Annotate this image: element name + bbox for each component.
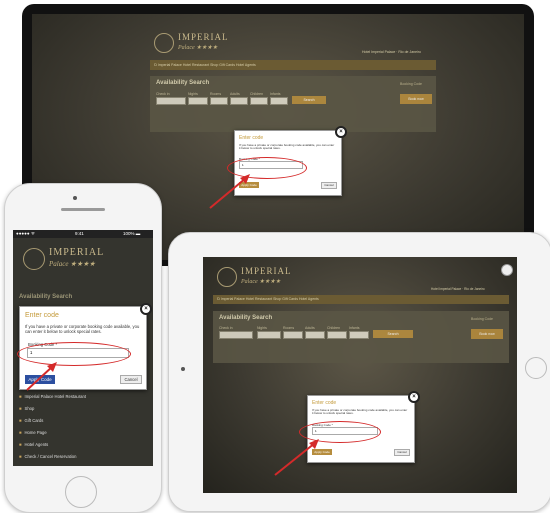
field-children-label: Children bbox=[250, 92, 264, 96]
field-infants-label: Infants bbox=[270, 92, 281, 96]
tablet-device: IMPERIAL Palace ★★★★ Hotel Imperial Pala… bbox=[168, 232, 550, 512]
logo-emblem bbox=[154, 33, 174, 53]
tablet-availability-panel: Availability Search Booking Code Check i… bbox=[213, 311, 509, 363]
tablet-book-now-button[interactable]: Book now bbox=[471, 329, 503, 339]
phone-menu-item[interactable]: ■ Check / Cancel Reservation bbox=[19, 454, 76, 459]
phone-red-arrow-icon bbox=[26, 362, 57, 391]
tablet-logo-line2: Palace ★★★★ bbox=[241, 279, 281, 285]
tablet-booking-code-link[interactable]: Booking Code bbox=[471, 317, 493, 321]
search-title: Availability Search bbox=[156, 80, 210, 86]
tablet-children-select[interactable] bbox=[327, 331, 347, 339]
book-now-button[interactable]: Book now bbox=[400, 94, 432, 104]
tablet-infants-select[interactable] bbox=[349, 331, 369, 339]
phone-device: ●●●●● ᯤ 9:41 100% ▬ IMPERIAL Palace ★★★★… bbox=[4, 183, 162, 513]
phone-logo-line2: Palace ★★★★ bbox=[49, 260, 96, 268]
phone-menu-label: Gift Cards bbox=[24, 418, 44, 423]
tablet-logo-emblem bbox=[217, 267, 237, 287]
close-icon[interactable]: × bbox=[335, 126, 347, 138]
menu-bullet-icon: ■ bbox=[19, 418, 22, 423]
tablet-modal-text: If you have a private or corporate booki… bbox=[312, 408, 408, 416]
top-nav-links[interactable]: Ὠ Imperial Palace Hotel Restaurant Shop … bbox=[154, 63, 256, 67]
tablet-menu-icon[interactable] bbox=[501, 264, 513, 276]
phone-status-bar: ●●●●● ᯤ 9:41 100% ▬ bbox=[13, 230, 153, 238]
tablet-red-arrow-icon bbox=[274, 439, 319, 476]
tablet-checkin-label: Check in bbox=[219, 326, 233, 330]
tablet-search-title: Availability Search bbox=[219, 315, 273, 321]
phone-logo-line1: IMPERIAL bbox=[49, 247, 105, 258]
tablet-adults-select[interactable] bbox=[305, 331, 325, 339]
phone-cancel-button[interactable]: Cancel bbox=[120, 375, 142, 384]
tablet-nights-label: Nights bbox=[257, 326, 267, 330]
menu-bullet-icon: ■ bbox=[19, 442, 22, 447]
red-arrow-icon bbox=[209, 174, 250, 209]
field-rooms-label: Rooms bbox=[210, 92, 222, 96]
search-button[interactable]: Search bbox=[292, 96, 326, 104]
tablet-screen: IMPERIAL Palace ★★★★ Hotel Imperial Pala… bbox=[203, 257, 517, 493]
phone-menu-label: Shop bbox=[24, 406, 35, 411]
logo-line2: Palace ★★★★ bbox=[178, 45, 218, 51]
tablet-camera bbox=[181, 367, 185, 371]
tablet-rooms-select[interactable] bbox=[283, 331, 303, 339]
tablet-cancel-button[interactable]: Cancel bbox=[394, 449, 410, 456]
phone-menu-label: Home Page bbox=[24, 430, 47, 435]
phone-menu-item[interactable]: ■ Hotel Agents bbox=[19, 442, 48, 447]
booking-code-link[interactable]: Booking Code bbox=[400, 82, 422, 86]
phone-modal-text: If you have a private or corporate booki… bbox=[25, 324, 140, 334]
tablet-adults-label: Adults bbox=[305, 326, 315, 330]
logo-line1: IMPERIAL bbox=[178, 32, 229, 42]
phone-menu-item[interactable]: ■ Shop bbox=[19, 406, 34, 411]
field-nights-label: Nights bbox=[188, 92, 198, 96]
phone-close-icon[interactable]: × bbox=[140, 303, 152, 315]
menu-bullet-icon: ■ bbox=[19, 430, 22, 435]
tablet-nights-select[interactable] bbox=[257, 331, 281, 339]
field-adults-label: Adults bbox=[230, 92, 240, 96]
cancel-button[interactable]: Cancel bbox=[321, 182, 337, 189]
tablet-header-right: Hotel Imperial Palace · Rio de Janeiro bbox=[431, 287, 485, 291]
phone-modal-title: Enter code bbox=[25, 312, 59, 319]
tablet-top-nav-bar: Ὠ Imperial Palace Hotel Restaurant Shop … bbox=[213, 295, 509, 304]
modal-text: If you have a private or corporate booki… bbox=[239, 143, 335, 151]
phone-home-button[interactable] bbox=[65, 476, 97, 508]
phone-status-time: 9:41 bbox=[75, 231, 84, 236]
tablet-search-button[interactable]: Search bbox=[373, 330, 413, 338]
menu-bullet-icon: ■ bbox=[19, 406, 22, 411]
rooms-select[interactable] bbox=[210, 97, 228, 105]
phone-menu-item[interactable]: ■ Home Page bbox=[19, 430, 47, 435]
infants-select[interactable] bbox=[270, 97, 288, 105]
header-right: Hotel Imperial Palace · Rio de Janeiro bbox=[362, 50, 421, 54]
phone-speaker bbox=[61, 208, 105, 211]
menu-bullet-icon: ■ bbox=[19, 394, 22, 399]
phone-screen: ●●●●● ᯤ 9:41 100% ▬ IMPERIAL Palace ★★★★… bbox=[13, 230, 153, 466]
tablet-modal-title: Enter code bbox=[312, 400, 337, 406]
tablet-close-icon[interactable]: × bbox=[408, 391, 420, 403]
phone-status-battery: 100% ▬ bbox=[123, 231, 141, 236]
top-nav-bar: Ὠ Imperial Palace Hotel Restaurant Shop … bbox=[150, 60, 436, 70]
field-checkin-label: Check in bbox=[156, 92, 170, 96]
phone-menu-item[interactable]: ■ Gift Cards bbox=[19, 418, 43, 423]
phone-menu-label: Check / Cancel Reservation bbox=[24, 454, 77, 459]
tablet-logo-line1: IMPERIAL bbox=[241, 266, 292, 276]
availability-panel: Availability Search Booking Code Check i… bbox=[150, 76, 436, 132]
checkin-select[interactable] bbox=[156, 97, 186, 105]
phone-search-title: Availability Search bbox=[19, 294, 73, 300]
phone-status-signal: ●●●●● ᯤ bbox=[16, 231, 35, 236]
tablet-checkin-select[interactable] bbox=[219, 331, 253, 339]
adults-select[interactable] bbox=[230, 97, 248, 105]
children-select[interactable] bbox=[250, 97, 268, 105]
phone-menu-item[interactable]: ■ Imperial Palace Hotel Restaurant bbox=[19, 394, 86, 399]
modal-title: Enter code bbox=[239, 135, 264, 141]
tablet-home-button[interactable] bbox=[525, 357, 547, 379]
phone-menu-label: Hotel Agents bbox=[24, 442, 49, 447]
phone-logo-emblem bbox=[23, 248, 45, 270]
tablet-infants-label: Infants bbox=[349, 326, 360, 330]
phone-menu-label: Imperial Palace Hotel Restaurant bbox=[24, 394, 86, 399]
tablet-rooms-label: Rooms bbox=[283, 326, 295, 330]
tablet-children-label: Children bbox=[327, 326, 341, 330]
nights-select[interactable] bbox=[188, 97, 208, 105]
phone-camera bbox=[73, 196, 77, 200]
tablet-top-nav-links[interactable]: Ὠ Imperial Palace Hotel Restaurant Shop … bbox=[217, 297, 319, 301]
menu-bullet-icon: ■ bbox=[19, 454, 22, 459]
